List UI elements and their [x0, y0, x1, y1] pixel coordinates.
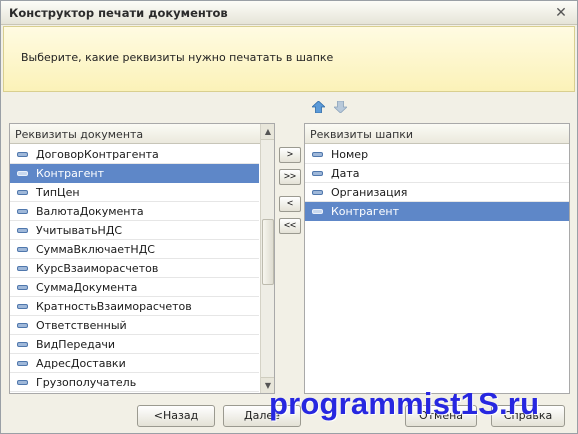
list-item-label: УчитыватьНДС [36, 223, 123, 237]
instruction-banner: Выберите, какие реквизиты нужно печатать… [3, 26, 575, 92]
list-item[interactable]: Дата [305, 164, 569, 183]
list-item-label: Контрагент [331, 204, 400, 218]
list-item-label: Контрагент [36, 166, 105, 180]
attribute-icon [17, 246, 28, 252]
remove-all-button[interactable]: << [279, 218, 301, 234]
site-watermark: programmist1S.ru [269, 386, 540, 421]
header-attributes-header: Реквизиты шапки [305, 124, 569, 144]
list-item[interactable]: СуммаВключаетНДС [10, 240, 259, 259]
attribute-icon [17, 341, 28, 347]
vertical-scrollbar[interactable]: ▲ ▼ [260, 124, 274, 393]
list-item[interactable]: Контрагент [10, 164, 259, 183]
attribute-icon [312, 189, 323, 195]
attribute-icon [312, 151, 323, 157]
list-item-label: АдресДоставки [36, 356, 126, 370]
list-item[interactable]: СуммаДокумента [10, 278, 259, 297]
list-item-label: Дата [331, 166, 360, 180]
list-item-label: Ответственный [36, 318, 127, 332]
list-item-label: Организация [331, 185, 408, 199]
attribute-icon [17, 170, 28, 176]
list-item[interactable]: Номер [305, 145, 569, 164]
add-all-button[interactable]: >> [279, 169, 301, 185]
down-arrow-icon[interactable] [332, 100, 349, 115]
list-item-label: СуммаДокумента [36, 280, 138, 294]
list-item-label: КурсВзаиморасчетов [36, 261, 159, 275]
remove-button[interactable]: < [279, 196, 301, 212]
list-item[interactable]: Ответственный [10, 316, 259, 335]
back-button[interactable]: <Назад [137, 405, 215, 427]
list-item-label: ТипЦен [36, 185, 80, 199]
up-arrow-icon[interactable] [310, 100, 327, 115]
list-item-label: ДоговорКонтрагента [36, 147, 159, 161]
add-button[interactable]: > [279, 147, 301, 163]
list-item[interactable]: ТипЦен [10, 183, 259, 202]
dialog-window: Конструктор печати документов ✕ Выберите… [0, 0, 578, 434]
list-item[interactable]: Грузополучатель [10, 373, 259, 392]
window-title: Конструктор печати документов [9, 6, 228, 20]
attribute-icon [17, 227, 28, 233]
attribute-icon [17, 284, 28, 290]
attribute-icon [17, 151, 28, 157]
attribute-icon [17, 189, 28, 195]
title-bar: Конструктор печати документов ✕ [1, 1, 577, 25]
list-item[interactable]: Организация [305, 183, 569, 202]
document-attributes-rows: ДоговорКонтрагента Контрагент ТипЦен Валюта… [10, 145, 259, 392]
attribute-icon [17, 208, 28, 214]
scroll-up-icon[interactable]: ▲ [261, 124, 274, 140]
header-attributes-list[interactable]: Реквизиты шапки Номер Дата Организация Конт… [304, 123, 570, 394]
document-attributes-list[interactable]: Реквизиты документа ДоговорКонтрагента Ко… [9, 123, 275, 394]
list-item-label: ВалютаДокумента [36, 204, 144, 218]
header-attributes-rows: Номер Дата Организация Контрагент [305, 145, 569, 221]
list-item[interactable]: Контрагент [305, 202, 569, 221]
list-item-label: Грузополучатель [36, 375, 137, 389]
attribute-icon [17, 379, 28, 385]
list-item[interactable]: АдресДоставки [10, 354, 259, 373]
list-item[interactable]: УчитыватьНДС [10, 221, 259, 240]
attribute-icon [17, 360, 28, 366]
list-item[interactable]: ВалютаДокумента [10, 202, 259, 221]
list-item[interactable]: КратностьВзаиморасчетов [10, 297, 259, 316]
list-item[interactable]: ДоговорКонтрагента [10, 145, 259, 164]
close-icon[interactable]: ✕ [553, 5, 569, 21]
list-item-label: СуммаВключаетНДС [36, 242, 155, 256]
attribute-icon [17, 303, 28, 309]
instruction-text: Выберите, какие реквизиты нужно печатать… [21, 51, 334, 64]
list-item[interactable]: КурсВзаиморасчетов [10, 259, 259, 278]
document-attributes-header: Реквизиты документа [10, 124, 274, 144]
scroll-thumb[interactable] [262, 219, 274, 285]
list-item-label: Номер [331, 147, 369, 161]
list-item-label: ВидПередачи [36, 337, 116, 351]
list-item[interactable]: ВидПередачи [10, 335, 259, 354]
list-item-label: КратностьВзаиморасчетов [36, 299, 192, 313]
attribute-icon [17, 265, 28, 271]
attribute-icon [17, 322, 28, 328]
attribute-icon [312, 208, 323, 214]
attribute-icon [312, 170, 323, 176]
